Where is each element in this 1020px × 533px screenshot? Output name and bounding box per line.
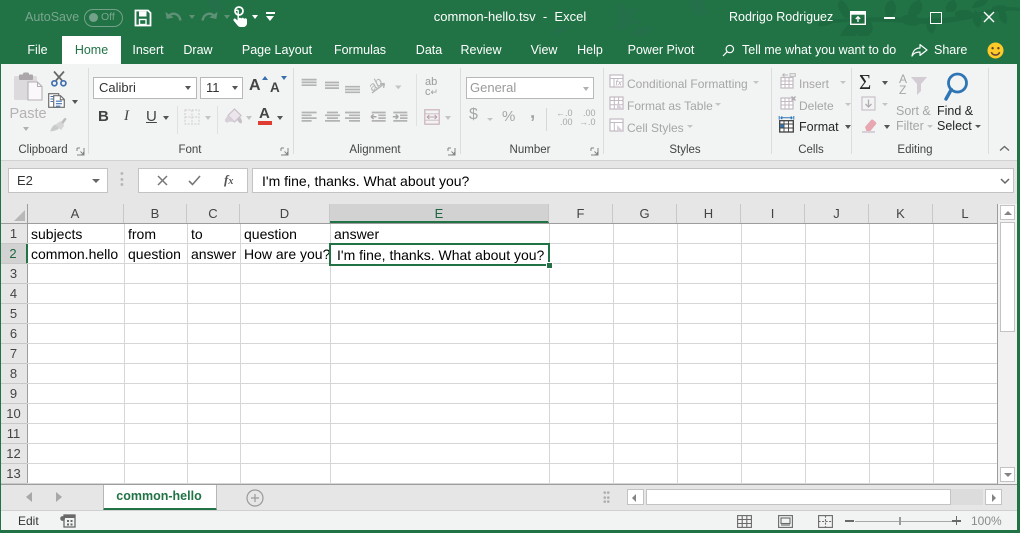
svg-text:fx: fx [616,79,623,88]
